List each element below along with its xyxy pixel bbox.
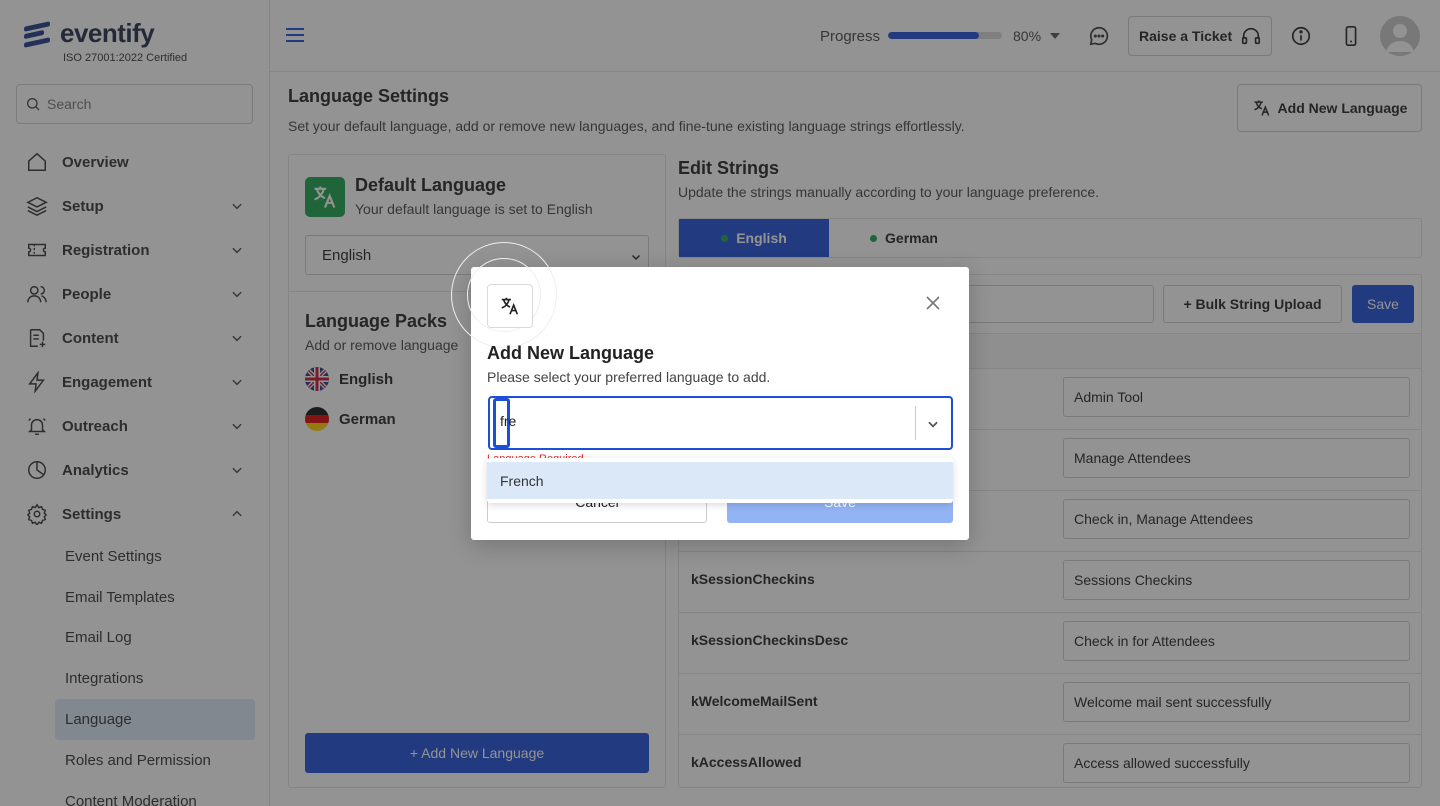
language-combobox[interactable]: [488, 396, 953, 450]
chevron-down-icon[interactable]: [926, 417, 940, 431]
translate-icon: [487, 284, 533, 328]
language-dropdown-menu: French: [487, 458, 953, 503]
dropdown-option-french[interactable]: French: [487, 462, 953, 499]
close-icon[interactable]: [925, 295, 941, 311]
combobox-separator: [915, 406, 916, 440]
modal-title: Add New Language: [487, 343, 655, 363]
language-search-input[interactable]: [500, 413, 880, 429]
modal-subtitle: Please select your preferred language to…: [487, 369, 771, 385]
